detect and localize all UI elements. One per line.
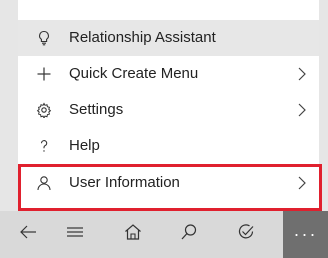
menu-item-user-information[interactable]: User Information [18,165,319,201]
chevron-right-icon [297,67,307,81]
menu-item-help[interactable]: Help [18,128,319,164]
activities-button[interactable] [218,211,274,258]
chevron-right-icon [297,176,307,190]
plus-icon [36,66,52,82]
right-edge [319,0,328,211]
menu-item-label: Quick Create Menu [69,65,199,82]
menu-item-quick-create[interactable]: Quick Create Menu [18,56,319,92]
menu-button[interactable] [47,211,103,258]
home-button[interactable] [105,211,161,258]
check-circle-icon [237,223,255,246]
gear-icon [36,102,52,118]
menu-item-label: User Information [69,174,180,191]
back-arrow-icon [19,224,37,245]
chevron-right-icon [297,103,307,117]
search-button[interactable] [161,211,217,258]
more-menu-panel: Relationship Assistant Quick Create Menu… [18,0,319,211]
search-icon [180,223,198,246]
more-button[interactable]: ··· [283,211,328,258]
menu-item-settings[interactable]: Settings [18,92,319,128]
menu-item-label: Settings [69,101,124,118]
menu-item-label: Relationship Assistant [69,29,216,46]
hamburger-menu-icon [66,225,84,244]
lightbulb-icon [36,30,52,46]
menu-item-label: Help [69,137,100,154]
question-icon [36,138,52,154]
bottom-nav-bar: ··· [0,211,328,258]
menu-top-area [18,0,319,20]
more-icon: ··· [293,224,318,244]
person-icon [36,175,52,191]
home-icon [124,223,142,246]
menu-item-relationship-assistant[interactable]: Relationship Assistant [18,20,319,56]
left-edge [0,0,18,211]
